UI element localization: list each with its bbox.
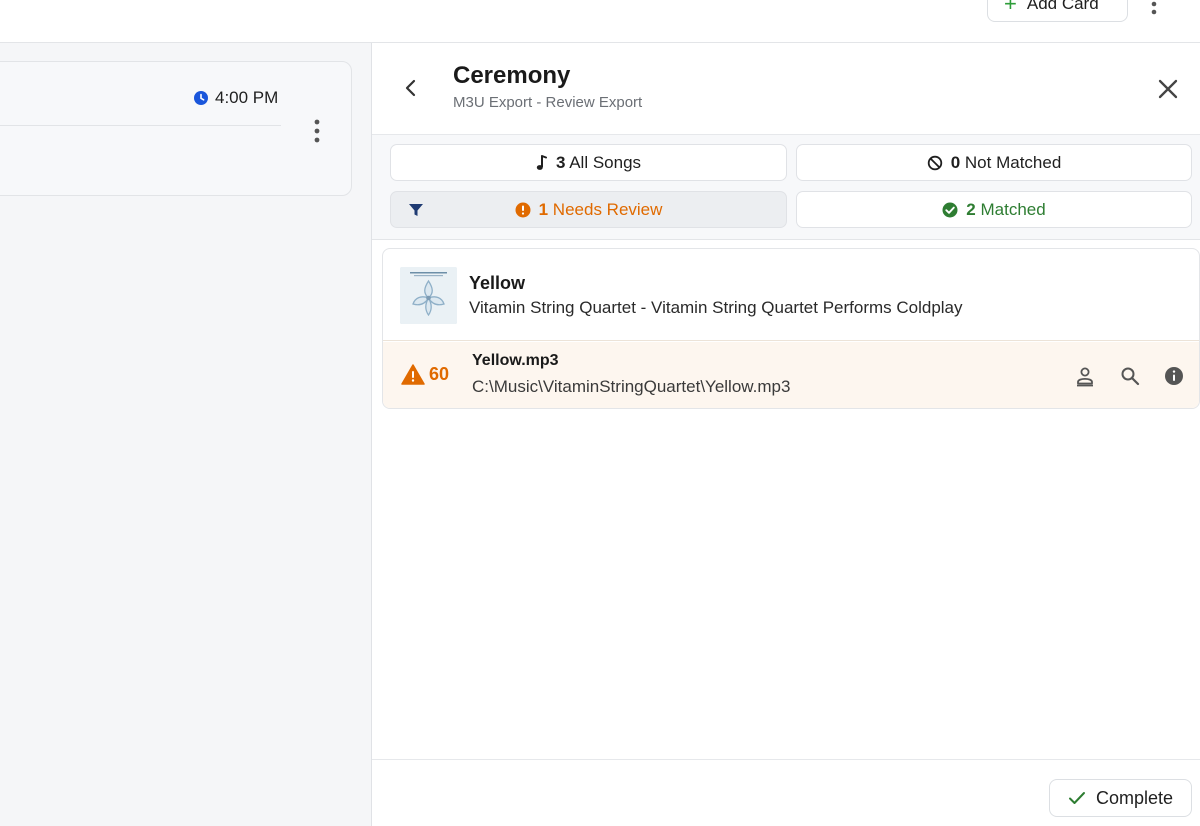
assign-person-icon[interactable] (1074, 365, 1096, 387)
all-songs-count: 3 (555, 152, 566, 172)
panel-footer: Complete (372, 759, 1200, 826)
card-divider (0, 125, 281, 126)
close-icon[interactable] (1156, 77, 1180, 101)
not-matched-label: Not Matched (964, 152, 1062, 172)
song-header: Yellow Vitamin String Quartet - Vitamin … (383, 249, 1199, 341)
album-art (400, 267, 457, 324)
warning-icon (401, 364, 425, 385)
match-score-value: 60 (429, 364, 450, 384)
music-note-icon (536, 154, 547, 170)
all-songs-label: All Songs (569, 152, 642, 172)
panel-header: Ceremony M3U Export - Review Export (372, 43, 1200, 135)
check-icon (1068, 792, 1085, 804)
more-vertical-icon[interactable] (1146, 0, 1162, 16)
filter-all-songs[interactable]: 3 All Songs (390, 144, 787, 181)
filter-not-matched[interactable]: 0 Not Matched (796, 144, 1192, 181)
review-export-panel: Ceremony M3U Export - Review Export 3 Al… (371, 43, 1200, 826)
add-card-label: Add Card (1026, 0, 1099, 13)
not-matched-count: 0 (950, 152, 961, 172)
matched-count: 2 (966, 199, 976, 219)
alert-circle-icon (515, 202, 531, 217)
match-candidate-row[interactable]: 60 Yellow.mp3 C:\Music\VitaminStringQuar… (383, 342, 1199, 408)
chevron-left-icon[interactable] (400, 77, 422, 99)
needs-review-count: 1 (538, 199, 549, 219)
filter-matched[interactable]: 2 Matched (796, 191, 1192, 228)
song-card: Yellow Vitamin String Quartet - Vitamin … (382, 248, 1200, 409)
search-icon[interactable] (1119, 365, 1141, 387)
match-file-name: Yellow.mp3 (472, 352, 559, 369)
event-card[interactable]: 4:00 PM (0, 61, 352, 196)
plus-icon: + (1004, 0, 1017, 16)
more-vertical-icon[interactable] (309, 118, 325, 144)
filter-bar: 3 All Songs 0 Not Matched 1 Needs Review (372, 135, 1200, 240)
event-time-label: 4:00 PM (215, 88, 279, 107)
match-score: 60 (401, 364, 449, 385)
matched-label: Matched (980, 199, 1046, 219)
complete-button[interactable]: Complete (1049, 779, 1192, 817)
filter-icon (409, 204, 423, 216)
top-bar: + Add Card (0, 0, 1200, 43)
panel-subtitle: M3U Export - Review Export (453, 94, 643, 111)
complete-label: Complete (1095, 787, 1174, 808)
check-circle-icon (942, 202, 958, 217)
clock-icon (194, 91, 208, 105)
filter-needs-review[interactable]: 1 Needs Review (390, 191, 787, 228)
match-file-path: C:\Music\VitaminStringQuartet\Yellow.mp3 (472, 377, 791, 396)
needs-review-label: Needs Review (552, 199, 663, 219)
song-title: Yellow (469, 273, 526, 293)
info-icon[interactable] (1163, 365, 1185, 387)
event-time: 4:00 PM (194, 88, 278, 108)
block-icon (927, 155, 942, 170)
add-card-button[interactable]: + Add Card (987, 0, 1128, 22)
panel-title: Ceremony (453, 62, 571, 89)
song-artist-album: Vitamin String Quartet - Vitamin String … (469, 298, 963, 317)
